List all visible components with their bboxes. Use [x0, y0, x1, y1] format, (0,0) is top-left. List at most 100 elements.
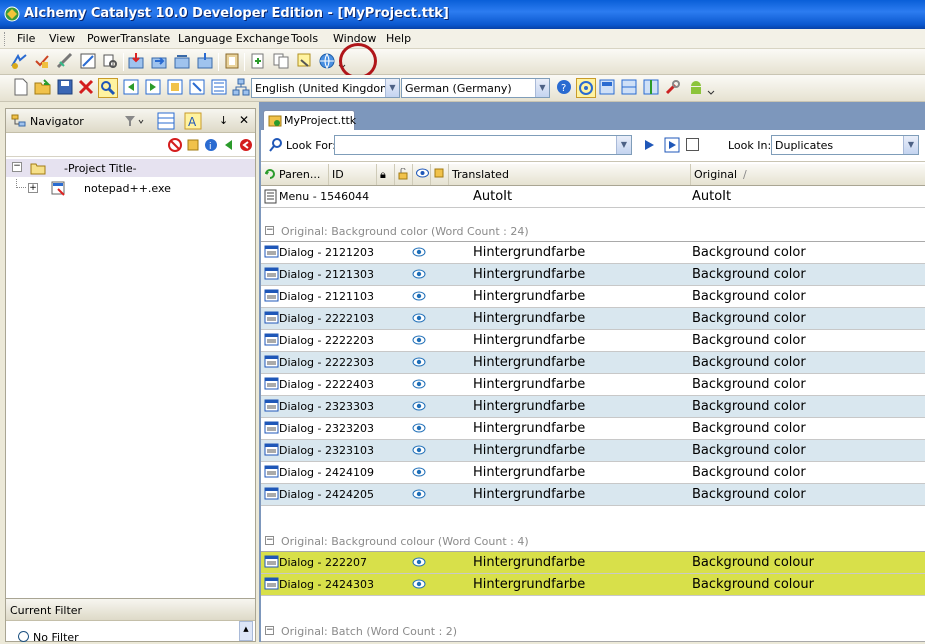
grid-view-icon[interactable]: [157, 112, 175, 130]
pin-icon[interactable]: ↓: [219, 114, 228, 127]
check-icon[interactable]: [33, 52, 53, 72]
stop-icon[interactable]: [168, 138, 182, 152]
column-visible[interactable]: [413, 164, 431, 185]
column-original[interactable]: Original ∕: [691, 164, 925, 185]
expand-icon[interactable]: +: [28, 183, 38, 193]
note-icon[interactable]: [186, 138, 200, 152]
leverage-icon[interactable]: [79, 52, 99, 72]
look-in-select[interactable]: Duplicates ▼: [771, 135, 919, 155]
search-icon[interactable]: [98, 78, 118, 98]
info-icon[interactable]: i: [204, 138, 218, 152]
lock-view-icon[interactable]: [576, 78, 596, 98]
chevron-down-icon[interactable]: ▼: [535, 79, 549, 97]
collapse-icon[interactable]: −: [12, 162, 22, 172]
add-file-icon[interactable]: [249, 52, 269, 72]
menu-tools[interactable]: Tools: [291, 32, 318, 45]
target-language-select[interactable]: German (Germany) ▼: [401, 78, 550, 98]
network-icon[interactable]: [232, 78, 252, 98]
globe-icon[interactable]: [318, 52, 338, 72]
eye-icon: [412, 557, 426, 570]
column-parent[interactable]: Paren...: [261, 164, 329, 185]
collapse-icon[interactable]: −: [265, 536, 274, 545]
look-for-input[interactable]: ▼: [334, 135, 632, 155]
column-note[interactable]: [431, 164, 449, 185]
table-row[interactable]: Dialog - 2121203 Hintergrundfarbe Backgrou…: [261, 242, 925, 264]
column-translated[interactable]: Translated: [449, 164, 691, 185]
table-row[interactable]: Dialog - 2222103 Hintergrundfarbe Backgrou…: [261, 308, 925, 330]
column-status[interactable]: [395, 164, 413, 185]
tree-item-project[interactable]: − -Project Title-: [6, 159, 255, 177]
search-bar: Look For: ▼ Look In: Duplicates ▼: [261, 130, 925, 162]
filter-icon[interactable]: [124, 114, 146, 128]
menu-view[interactable]: View: [49, 32, 75, 45]
table-row[interactable]: Menu - 1546044 AutoIt AutoIt: [261, 186, 925, 208]
chevron-down-icon[interactable]: ▼: [903, 136, 918, 154]
chevron-down-icon[interactable]: ▼: [385, 79, 399, 97]
table-row[interactable]: Dialog - 2222303 Hintergrundfarbe Backgrou…: [261, 352, 925, 374]
chevron-down-icon[interactable]: ▼: [616, 136, 631, 154]
tree-item-file[interactable]: + notepad++.exe: [6, 179, 255, 197]
update-icon[interactable]: [173, 52, 193, 72]
table-row[interactable]: Dialog - 222207 Hintergrundfarbe Backgroun…: [261, 552, 925, 574]
play-icon[interactable]: [642, 138, 656, 152]
text-view-icon[interactable]: A: [184, 112, 202, 130]
table-row[interactable]: Dialog - 2121103 Hintergrundfarbe Backgrou…: [261, 286, 925, 308]
window-title: Alchemy Catalyst 10.0 Developer Edition …: [24, 6, 449, 21]
panel-icon[interactable]: [598, 78, 618, 98]
menu-help[interactable]: Help: [386, 32, 411, 45]
find-replace-icon[interactable]: [101, 52, 121, 72]
table-row[interactable]: Dialog - 2323103 Hintergrundfarbe Backgrou…: [261, 440, 925, 462]
menu-powertranslate[interactable]: PowerTranslate: [87, 32, 170, 45]
wrench-icon[interactable]: [664, 78, 684, 98]
open-folder-icon[interactable]: [34, 78, 54, 98]
menu-language-exchange[interactable]: Language Exchange: [178, 32, 290, 45]
group-header[interactable]: − Original: Background color (Word Count …: [261, 220, 925, 242]
table-row[interactable]: Dialog - 2424205 Hintergrundfarbe Backgrou…: [261, 484, 925, 506]
arrow-left-icon[interactable]: [222, 138, 236, 152]
layout-icon[interactable]: [620, 78, 640, 98]
duplicates-view-icon[interactable]: [296, 52, 316, 72]
column-lock[interactable]: 🔒︎: [377, 164, 395, 185]
android-icon[interactable]: [687, 78, 707, 98]
save-icon[interactable]: [56, 78, 76, 98]
first-icon[interactable]: [122, 78, 142, 98]
source-language-select[interactable]: English (United Kingdom) ▼: [251, 78, 400, 98]
spell-check-icon[interactable]: [56, 52, 76, 72]
close-icon[interactable]: ✕: [239, 113, 249, 127]
help-icon[interactable]: ?: [555, 78, 575, 98]
table-row[interactable]: Dialog - 2222203 Hintergrundfarbe Backgrou…: [261, 330, 925, 352]
menu-file[interactable]: File: [17, 32, 35, 45]
table-row[interactable]: Dialog - 2424109 Hintergrundfarbe Backgrou…: [261, 462, 925, 484]
validate-icon[interactable]: [10, 52, 30, 72]
import-icon[interactable]: [127, 52, 147, 72]
scroll-up-icon[interactable]: ▲: [239, 621, 253, 641]
table-row[interactable]: Dialog - 2323303 Hintergrundfarbe Backgrou…: [261, 396, 925, 418]
new-file-icon[interactable]: [12, 78, 32, 98]
back-icon[interactable]: [239, 138, 253, 152]
no-filter-radio[interactable]: [18, 631, 29, 642]
toolbar-overflow-icon[interactable]: [707, 83, 717, 103]
split-view-icon[interactable]: [642, 78, 662, 98]
last-icon[interactable]: [188, 78, 208, 98]
tab-myproject[interactable]: MyProject.ttk: [263, 110, 356, 130]
collapse-icon[interactable]: −: [265, 226, 274, 235]
clipboard-icon[interactable]: [223, 52, 243, 72]
table-row[interactable]: Dialog - 2323203 Hintergrundfarbe Backgrou…: [261, 418, 925, 440]
group-header[interactable]: − Original: Batch (Word Count : 2): [261, 620, 925, 642]
group-header[interactable]: − Original: Background colour (Word Count…: [261, 530, 925, 552]
next-icon[interactable]: [166, 78, 186, 98]
find-all-icon[interactable]: [664, 137, 680, 153]
export-icon[interactable]: [150, 52, 170, 72]
duplicates-icon[interactable]: [272, 52, 292, 72]
column-translated-label: Translated: [452, 168, 509, 181]
tree-view-icon[interactable]: [210, 78, 230, 98]
option-checkbox[interactable]: [686, 138, 699, 151]
extract-icon[interactable]: [196, 52, 216, 72]
delete-icon[interactable]: [77, 78, 97, 98]
table-row[interactable]: Dialog - 2424303 Hintergrundfarbe Backgrou…: [261, 574, 925, 596]
collapse-icon[interactable]: −: [265, 626, 274, 635]
table-row[interactable]: Dialog - 2121303 Hintergrundfarbe Backgrou…: [261, 264, 925, 286]
column-id[interactable]: ID: [329, 164, 377, 185]
table-row[interactable]: Dialog - 2222403 Hintergrundfarbe Backgrou…: [261, 374, 925, 396]
previous-icon[interactable]: [144, 78, 164, 98]
